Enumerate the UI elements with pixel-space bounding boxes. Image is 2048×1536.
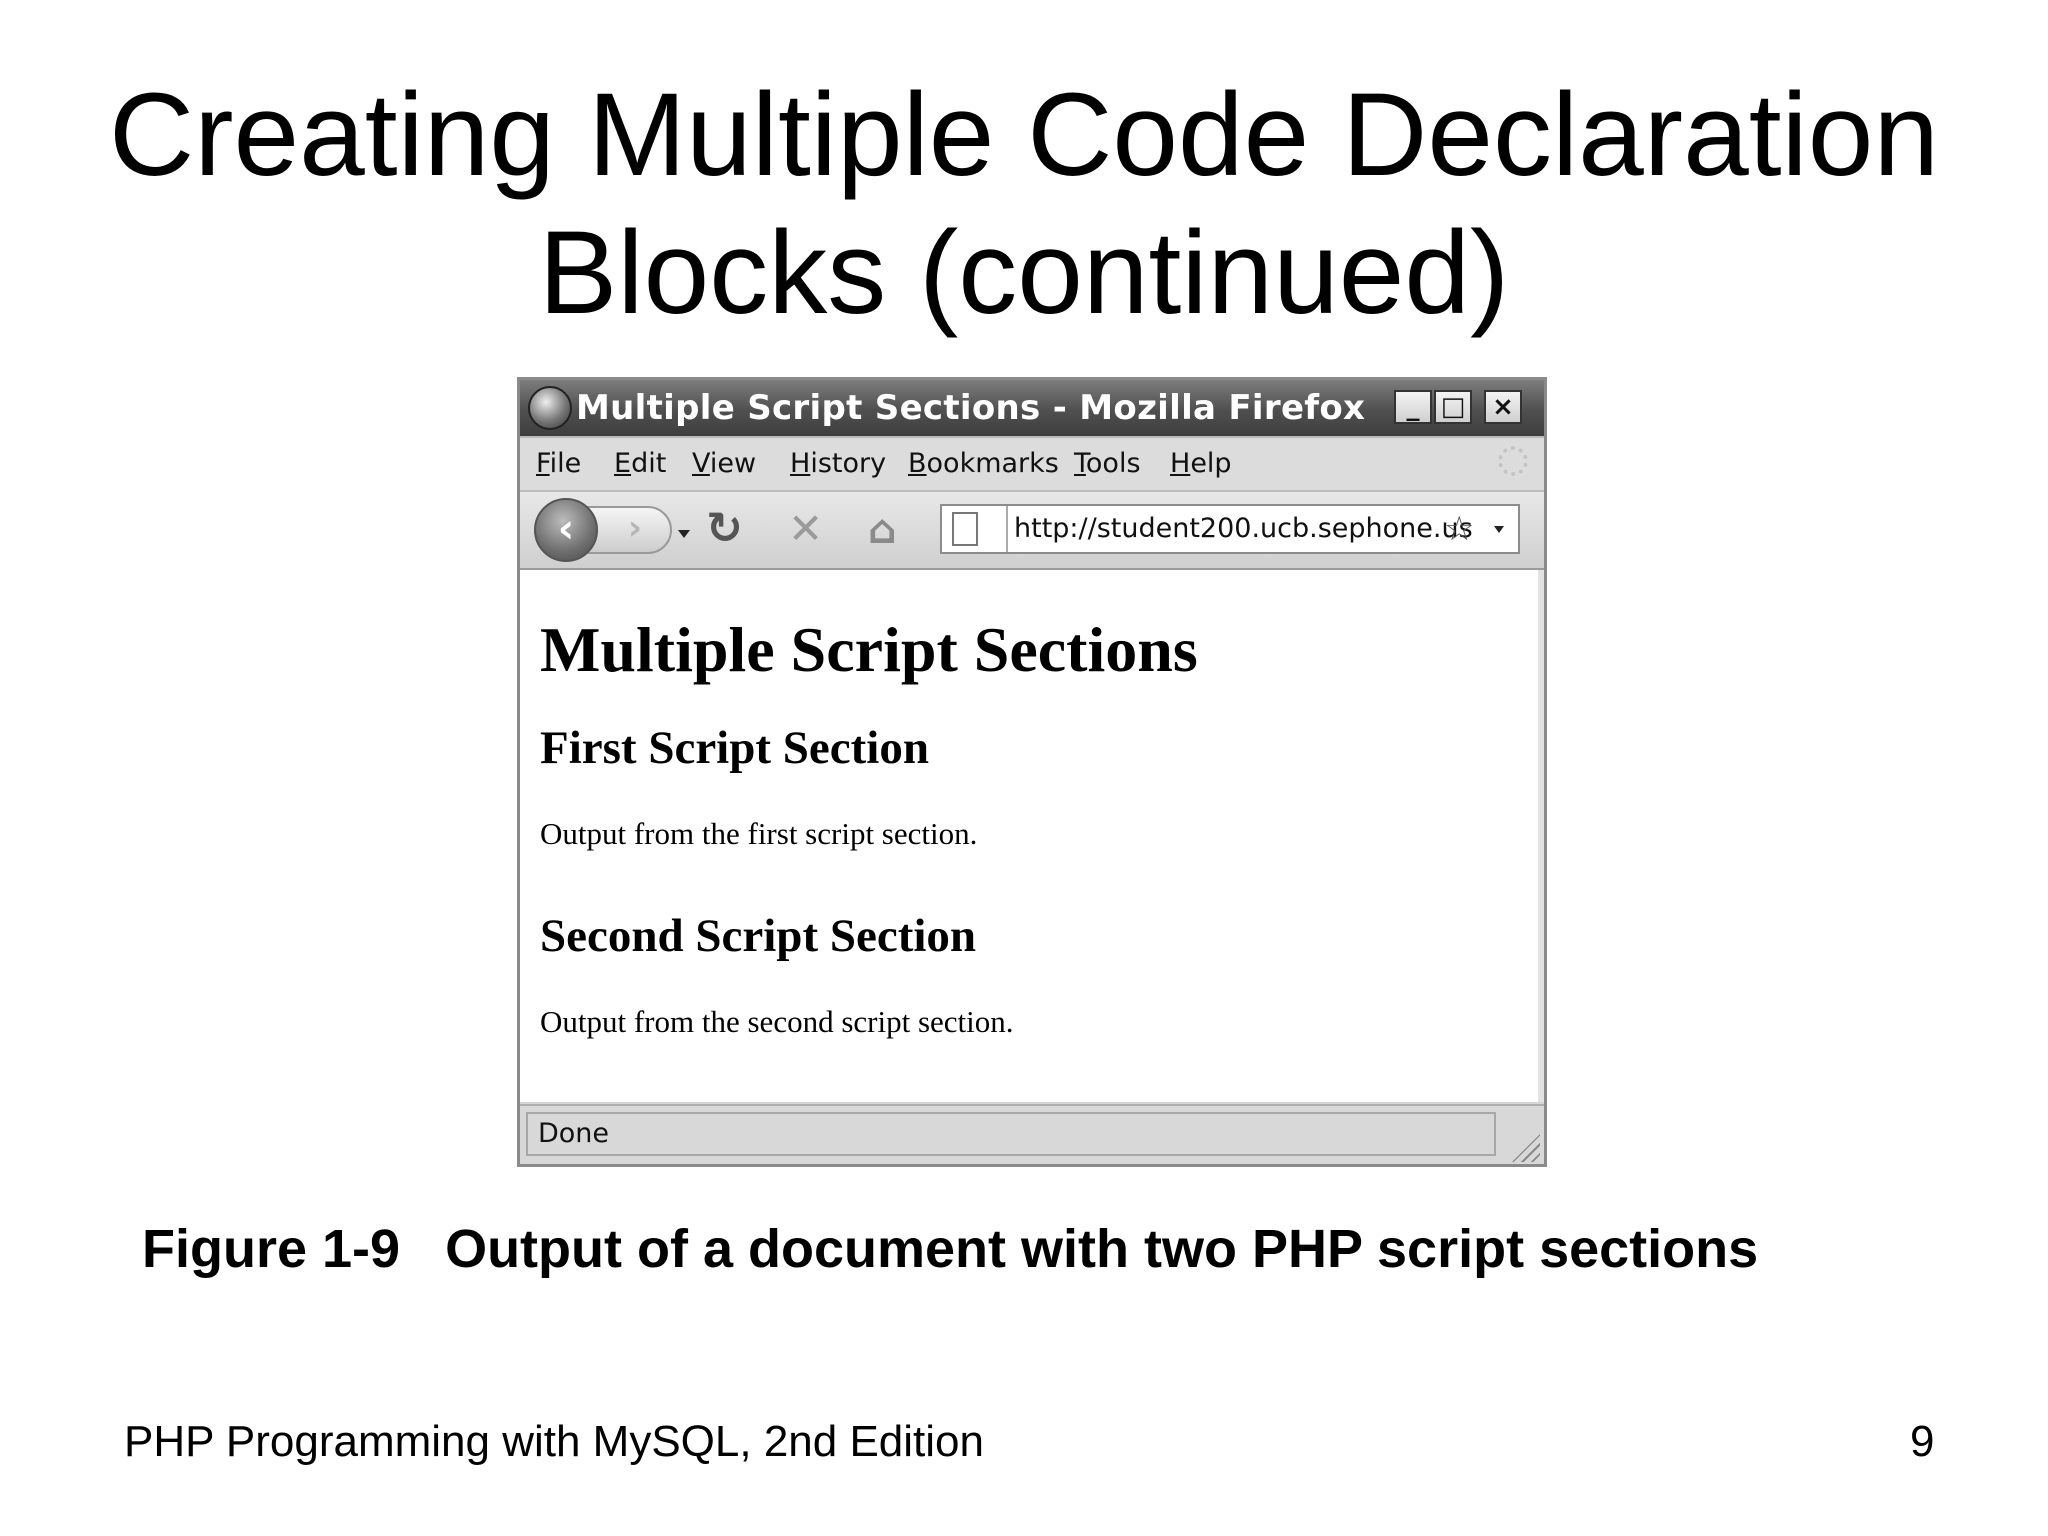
slide-title-line-1: Creating Multiple Code Declaration: [109, 69, 1939, 201]
status-text: Done: [538, 1118, 610, 1149]
firefox-logo-icon: [528, 386, 572, 430]
url-bar[interactable]: http://student200.ucb.sephone.us ☆: [940, 504, 1520, 554]
reload-icon[interactable]: ↻: [706, 504, 743, 554]
menu-bookmarks[interactable]: Bookmarks: [908, 448, 1059, 480]
throbber-icon: [1498, 446, 1528, 476]
back-button[interactable]: ‹: [534, 498, 598, 562]
forward-arrow-icon: ›: [628, 508, 643, 548]
menu-bar: File Edit View History Bookmarks Tools H…: [520, 438, 1544, 492]
url-input[interactable]: http://student200.ucb.sephone.us: [1014, 513, 1473, 545]
close-button[interactable]: ×: [1484, 390, 1522, 424]
navigation-toolbar: › ‹ ↻ ✕ ⌂ http://student200.ucb.sephone.…: [520, 492, 1544, 570]
status-panel: Done: [526, 1112, 1496, 1156]
page-content: Multiple Script Sections First Script Se…: [520, 570, 1544, 1102]
resize-grip-icon[interactable]: [1512, 1134, 1540, 1162]
page-icon: [952, 512, 978, 546]
window-title: Multiple Script Sections - Mozilla Firef…: [576, 388, 1366, 428]
bookmark-star-icon[interactable]: ☆: [1444, 510, 1474, 548]
second-section-output: Output from the second script section.: [540, 1004, 1014, 1039]
first-section-heading: First Script Section: [540, 722, 929, 774]
home-icon[interactable]: ⌂: [868, 506, 897, 554]
menu-history[interactable]: History: [790, 448, 886, 480]
menu-view[interactable]: View: [692, 448, 756, 480]
url-dropdown-icon[interactable]: [1494, 526, 1504, 533]
slide-title-line-2: Blocks (continued): [538, 207, 1510, 339]
menu-tools[interactable]: Tools: [1074, 448, 1141, 480]
second-section-heading: Second Script Section: [540, 910, 977, 962]
history-dropdown-icon[interactable]: [678, 530, 690, 538]
slide-title: Creating Multiple Code Declaration Block…: [0, 66, 2048, 342]
menu-help[interactable]: Help: [1170, 448, 1232, 480]
first-section-output: Output from the first script section.: [540, 816, 978, 851]
figure-caption: Figure 1-9 Output of a document with two…: [142, 1219, 1759, 1279]
menu-edit[interactable]: Edit: [614, 448, 666, 480]
url-divider: [1006, 506, 1008, 552]
footer-book-title: PHP Programming with MySQL, 2nd Edition: [124, 1417, 984, 1466]
stop-icon[interactable]: ✕: [788, 504, 823, 554]
browser-window: Multiple Script Sections - Mozilla Firef…: [517, 377, 1547, 1167]
status-bar: Done: [520, 1104, 1544, 1164]
minimize-button[interactable]: _: [1394, 390, 1432, 424]
page-number: 9: [1910, 1417, 1935, 1466]
page-heading: Multiple Script Sections: [540, 614, 1198, 685]
menu-file[interactable]: File: [536, 448, 581, 480]
maximize-button[interactable]: □: [1434, 390, 1472, 424]
title-bar[interactable]: Multiple Script Sections - Mozilla Firef…: [520, 380, 1544, 438]
